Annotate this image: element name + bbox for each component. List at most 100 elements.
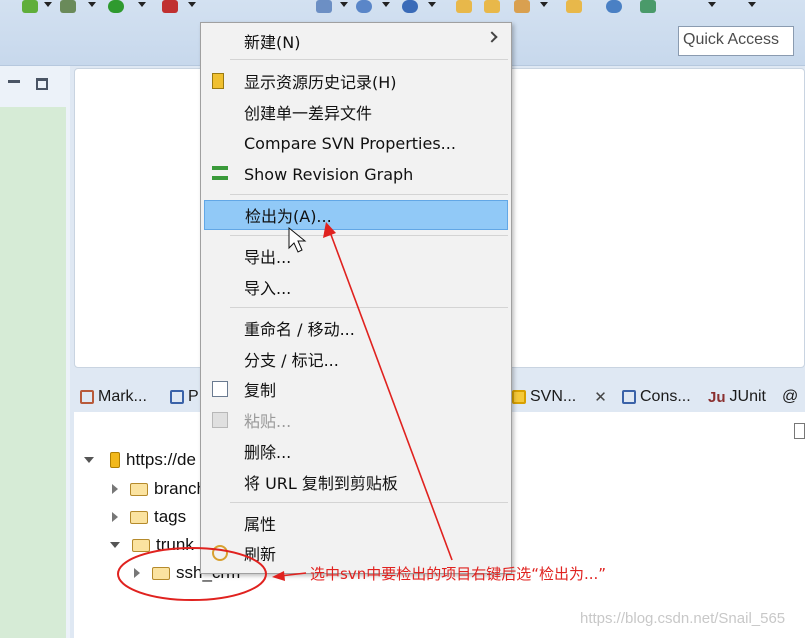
close-icon[interactable]: ✕: [594, 388, 607, 406]
external-tools-icon[interactable]: [162, 0, 178, 13]
watermark: https://blog.csdn.net/Snail_565: [580, 610, 786, 627]
open-folder-icon[interactable]: [484, 0, 500, 13]
collapse-all-icon[interactable]: [794, 423, 805, 439]
refresh-icon[interactable]: [22, 0, 38, 13]
expand-icon[interactable]: [112, 512, 118, 522]
menu-item-branch-tag[interactable]: 分支 / 标记...: [204, 344, 508, 374]
tab-junit[interactable]: Ju JUnit: [708, 384, 766, 410]
menu-item-create-patch[interactable]: 创建单一差异文件: [204, 97, 508, 127]
open-folder-icon[interactable]: [566, 0, 582, 13]
web-icon[interactable]: [356, 0, 372, 13]
expand-icon[interactable]: [110, 542, 120, 548]
tab-javadoc[interactable]: @: [782, 384, 798, 410]
menu-item-export[interactable]: 导出...: [204, 241, 508, 271]
repository-icon: [110, 452, 120, 468]
menu-item-new[interactable]: 新建(N): [204, 26, 508, 56]
paste-icon: [212, 412, 228, 428]
menu-separator: [230, 502, 508, 503]
chevron-down-icon[interactable]: [428, 2, 436, 7]
chevron-down-icon[interactable]: [540, 2, 548, 7]
minimize-icon[interactable]: [8, 80, 20, 83]
server-icon[interactable]: [402, 0, 418, 13]
expand-icon[interactable]: [134, 568, 140, 578]
tab-label: @: [782, 388, 799, 405]
menu-item-label: 属性: [244, 515, 277, 534]
tab-label: SVN...: [530, 388, 577, 405]
folder-icon: [132, 538, 150, 552]
menu-item-label: Show Revision Graph: [244, 164, 414, 184]
tab-console[interactable]: Cons...: [622, 384, 691, 410]
quick-access-input[interactable]: Quick Access: [678, 26, 794, 56]
junit-icon: Ju: [708, 388, 726, 406]
chevron-down-icon[interactable]: [88, 2, 96, 7]
menu-separator: [230, 59, 508, 60]
tab-label: JUnit: [729, 388, 766, 405]
markers-icon: [80, 390, 94, 404]
globe-icon[interactable]: [606, 0, 622, 13]
menu-item-show-history[interactable]: 显示资源历史记录(H): [204, 66, 508, 96]
tree-trunk[interactable]: trunk: [110, 535, 194, 555]
run-icon[interactable]: [108, 0, 124, 13]
chevron-down-icon[interactable]: [708, 2, 716, 7]
nav-icon[interactable]: [640, 0, 656, 13]
menu-item-label: 刷新: [244, 545, 277, 564]
menu-item-label: 创建单一差异文件: [244, 104, 373, 123]
menu-item-label: 将 URL 复制到剪贴板: [244, 474, 398, 493]
menu-item-import[interactable]: 导入...: [204, 272, 508, 302]
history-icon: [212, 73, 224, 89]
chevron-down-icon[interactable]: [188, 2, 196, 7]
folder-icon: [152, 566, 170, 580]
tree-root-label: https://de: [126, 450, 196, 469]
edit-icon[interactable]: [316, 0, 332, 13]
menu-item-rename-move[interactable]: 重命名 / 移动...: [204, 313, 508, 343]
menu-item-label: 复制: [244, 381, 277, 400]
chevron-down-icon[interactable]: [138, 2, 146, 7]
menu-item-label: 分支 / 标记...: [244, 351, 339, 370]
menu-item-label: 粘贴...: [244, 412, 292, 431]
open-folder-icon[interactable]: [456, 0, 472, 13]
tab-properties[interactable]: P: [170, 384, 199, 410]
tree-trunk-label: trunk: [156, 535, 194, 554]
menu-item-label: Compare SVN Properties...: [244, 133, 456, 153]
tree-branches[interactable]: branch: [112, 479, 206, 499]
expand-icon[interactable]: [84, 457, 94, 463]
menu-item-label: 重命名 / 移动...: [244, 320, 355, 339]
menu-item-label: 删除...: [244, 443, 292, 462]
chevron-down-icon[interactable]: [382, 2, 390, 7]
tree-root[interactable]: https://de: [84, 450, 196, 470]
menu-item-delete[interactable]: 删除...: [204, 436, 508, 466]
refresh-icon: [212, 545, 228, 561]
folder-icon: [130, 510, 148, 524]
menu-item-label: 检出为(A)...: [245, 207, 332, 226]
menu-item-copy-url[interactable]: 将 URL 复制到剪贴板: [204, 467, 508, 497]
left-view-content: [0, 107, 66, 638]
tab-label: Cons...: [640, 388, 691, 405]
tree-branches-label: branch: [154, 479, 206, 498]
chevron-down-icon[interactable]: [748, 2, 756, 7]
menu-separator: [230, 235, 508, 236]
debug-icon[interactable]: [60, 0, 76, 13]
expand-icon[interactable]: [112, 484, 118, 494]
revision-graph-icon: [212, 166, 228, 180]
menu-item-show-revision-graph[interactable]: Show Revision Graph: [204, 159, 508, 189]
menu-item-compare-svn-properties[interactable]: Compare SVN Properties...: [204, 128, 508, 158]
menu-item-paste[interactable]: 粘贴...: [204, 405, 508, 435]
menu-item-label: 导入...: [244, 279, 292, 298]
menu-item-properties[interactable]: 属性: [204, 508, 508, 538]
tab-markers[interactable]: Mark...: [80, 384, 147, 410]
pen-icon[interactable]: [514, 0, 530, 13]
menu-separator: [230, 307, 508, 308]
console-icon: [622, 390, 636, 404]
maximize-icon[interactable]: [36, 78, 48, 90]
tree-tags[interactable]: tags: [112, 507, 186, 527]
tab-svn[interactable]: SVN... ✕: [512, 384, 607, 410]
menu-item-label: 显示资源历史记录(H): [244, 73, 397, 92]
chevron-down-icon[interactable]: [340, 2, 348, 7]
svn-icon: [512, 390, 526, 404]
menu-item-copy[interactable]: 复制: [204, 374, 508, 404]
menu-item-label: 新建(N): [244, 33, 301, 52]
menu-item-checkout-as[interactable]: 检出为(A)...: [204, 200, 508, 230]
properties-icon: [170, 390, 184, 404]
menu-separator: [230, 194, 508, 195]
chevron-down-icon[interactable]: [44, 2, 52, 7]
